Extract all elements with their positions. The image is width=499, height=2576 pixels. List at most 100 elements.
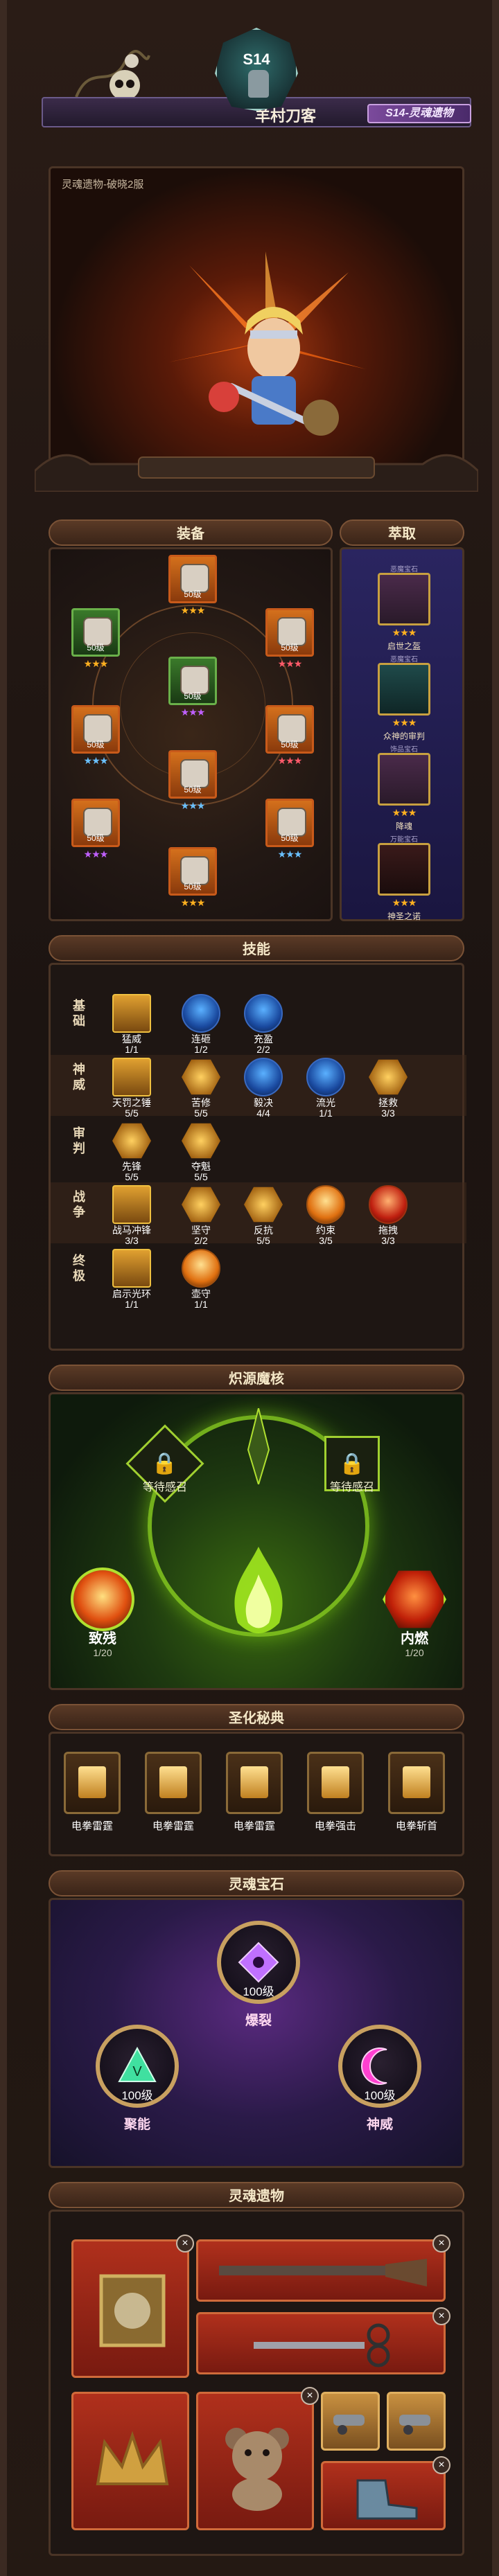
spire-icon xyxy=(247,1408,270,1484)
core-panel: 🔒 等待感召 🔒 等待感召 致残 1/20 内燃 1/20 xyxy=(49,1392,464,1690)
skill-item[interactable]: 反抗 5/5 xyxy=(238,1185,289,1246)
soul-gem-burst[interactable]: 100级 爆裂 xyxy=(213,1921,304,2029)
hero-base-frame xyxy=(35,454,478,492)
codex-item[interactable]: 电拳雷霆 xyxy=(139,1752,208,1833)
row-label: 审判 xyxy=(73,1126,85,1155)
purple-gem-icon xyxy=(238,1942,279,1983)
relic-slot[interactable] xyxy=(321,2392,380,2451)
skill-item[interactable]: 战马冲锋 3/3 xyxy=(106,1185,157,1246)
soul-gem-focus[interactable]: V 100级 聚能 xyxy=(92,2025,182,2133)
relic-slot[interactable]: × xyxy=(196,2387,319,2530)
skill-item[interactable]: 约束 3/5 xyxy=(300,1185,351,1246)
extract-item[interactable]: 恶魔宝石 ★★★ 启世之盔 xyxy=(373,563,435,652)
extract-item[interactable]: 万能宝石 ★★★ 神圣之诺 xyxy=(373,833,435,922)
relic-slot[interactable]: × xyxy=(321,2456,450,2530)
tome-icon xyxy=(388,1752,445,1814)
core-skill-cripple[interactable]: 致残 1/20 xyxy=(64,1567,141,1658)
skill-item[interactable]: 先锋 5/5 xyxy=(106,1121,157,1182)
relic-slot[interactable] xyxy=(387,2392,446,2451)
equip-slot-necklace[interactable]: 50级 ★★★ xyxy=(263,608,316,670)
skills-title: 技能 xyxy=(49,935,464,961)
equip-slot-bracer[interactable]: 50级 ★★★ xyxy=(69,799,122,860)
skill-item[interactable]: 拯救 3/3 xyxy=(362,1058,414,1119)
equip-slot-amulet[interactable]: 50级 ★★★ xyxy=(263,799,316,860)
skill-item[interactable]: 毅决 4/4 xyxy=(238,1058,289,1119)
tome-icon xyxy=(64,1752,121,1814)
gems-panel: 100级 爆裂 V 100级 聚能 100级 神威 xyxy=(49,1898,464,2168)
extract-item[interactable]: 饰品宝石 ★★★ 降魂 xyxy=(373,743,435,832)
equip-slot-pants[interactable]: 50级 ★★★ xyxy=(166,750,219,812)
extract-item[interactable]: 恶魔宝石 ★★★ 众神的审判 xyxy=(373,653,435,742)
soul-gem-divine[interactable]: 100级 神威 xyxy=(335,2025,425,2133)
equip-stars: ★★★ xyxy=(180,707,206,718)
skill-icon xyxy=(182,1187,220,1223)
skill-icon xyxy=(244,1187,283,1223)
gem-icon xyxy=(378,753,430,806)
remove-icon[interactable]: × xyxy=(176,2235,194,2253)
season-tag: S14-灵魂遗物 xyxy=(367,104,471,123)
skill-icon xyxy=(182,1123,220,1159)
cannon-icon xyxy=(399,2415,430,2435)
equip-slot-boots[interactable]: 50级 ★★★ xyxy=(166,847,219,909)
page-frame: 羊村刀客 2026-08-09 S14-灵魂遗物 S14 灵魂遗物-破晓2服 xyxy=(0,0,499,2576)
shotgun-icon xyxy=(219,2259,427,2286)
skill-item[interactable]: 夺魁 5/5 xyxy=(175,1121,227,1182)
skill-icon xyxy=(182,1059,220,1095)
relic-slot[interactable]: × xyxy=(71,2235,194,2378)
core-lock-slot[interactable]: 🔒 等待感召 xyxy=(317,1436,387,1493)
equip-stars: ★★★ xyxy=(180,897,206,908)
skill-item[interactable]: 壶守 1/1 xyxy=(175,1249,227,1310)
skill-icon xyxy=(306,1185,345,1224)
codex-item[interactable]: 电拳雷霆 xyxy=(58,1752,127,1833)
equip-slot-armor[interactable]: 50级 ★★★ xyxy=(166,657,219,718)
codex-item[interactable]: 电拳雷霆 xyxy=(220,1752,289,1833)
extract-panel: 恶魔宝石 ★★★ 启世之盔 恶魔宝石 ★★★ 众神的审判 饰品宝石 ★★★ 降魂… xyxy=(340,547,464,921)
equipment-title: 装备 xyxy=(49,519,333,546)
relic-slot[interactable]: × xyxy=(196,2307,450,2374)
codex-item[interactable]: 电拳强击 xyxy=(301,1752,370,1833)
equip-slot-ring[interactable]: 50级 ★★★ xyxy=(263,705,316,767)
skill-item[interactable]: 猛威 1/1 xyxy=(106,994,157,1055)
skill-item[interactable]: 拖拽 3/3 xyxy=(362,1185,414,1246)
skill-icon xyxy=(369,1059,408,1095)
remove-icon[interactable]: × xyxy=(432,2307,450,2325)
core-lock-slot[interactable]: 🔒 等待感召 xyxy=(125,1424,204,1503)
relic-slot[interactable] xyxy=(71,2392,189,2530)
skill-icon xyxy=(244,994,283,1033)
season-badge: S14 xyxy=(215,28,298,111)
hero-subtitle: 灵魂遗物-破晓2服 xyxy=(62,179,144,190)
skill-item[interactable]: 天罚之锤 5/5 xyxy=(106,1058,157,1119)
green-flame-icon xyxy=(234,1547,283,1633)
green-gem-icon: V xyxy=(118,2046,157,2082)
relic-slot[interactable]: × xyxy=(196,2235,450,2302)
equip-slot-gauntlet[interactable]: 50级 ★★★ xyxy=(69,705,122,767)
equip-stars: ★★★ xyxy=(180,800,206,811)
remove-icon[interactable]: × xyxy=(432,2235,450,2253)
row-label: 基础 xyxy=(73,999,85,1028)
skill-item[interactable]: 苦修 5/5 xyxy=(175,1058,227,1119)
relics-title: 灵魂遗物 xyxy=(49,2182,464,2208)
tome-icon xyxy=(226,1752,283,1814)
remove-icon[interactable]: × xyxy=(301,2387,319,2405)
skill-icon xyxy=(112,1185,151,1224)
skill-item[interactable]: 坚守 2/2 xyxy=(175,1185,227,1246)
crown-icon xyxy=(96,2431,169,2485)
equip-slot-shoulder[interactable]: 50级 ★★★ xyxy=(69,608,122,670)
remove-icon[interactable]: × xyxy=(432,2456,450,2474)
skill-item[interactable]: 流光 1/1 xyxy=(300,1058,351,1119)
fire-burst-icon xyxy=(71,1567,134,1631)
skill-item[interactable]: 连砸 1/2 xyxy=(175,994,227,1055)
core-skill-combust[interactable]: 内燃 1/20 xyxy=(376,1567,453,1658)
crescent-gem-icon xyxy=(361,2048,387,2085)
codex-item[interactable]: 电拳斩首 xyxy=(382,1752,451,1833)
equip-stars: ★★★ xyxy=(83,658,109,669)
gem-icon xyxy=(378,843,430,896)
season-badge-label: S14 xyxy=(243,51,270,68)
equip-stars: ★★★ xyxy=(277,755,303,766)
row-label: 神威 xyxy=(73,1063,85,1092)
row-label: 终极 xyxy=(73,1254,85,1283)
equip-slot-helmet[interactable]: 50级 ★★★ xyxy=(166,555,219,616)
skill-item[interactable]: 启示光环 1/1 xyxy=(106,1249,157,1310)
skill-item[interactable]: 充盈 2/2 xyxy=(238,994,289,1055)
flame-icon xyxy=(383,1570,446,1628)
